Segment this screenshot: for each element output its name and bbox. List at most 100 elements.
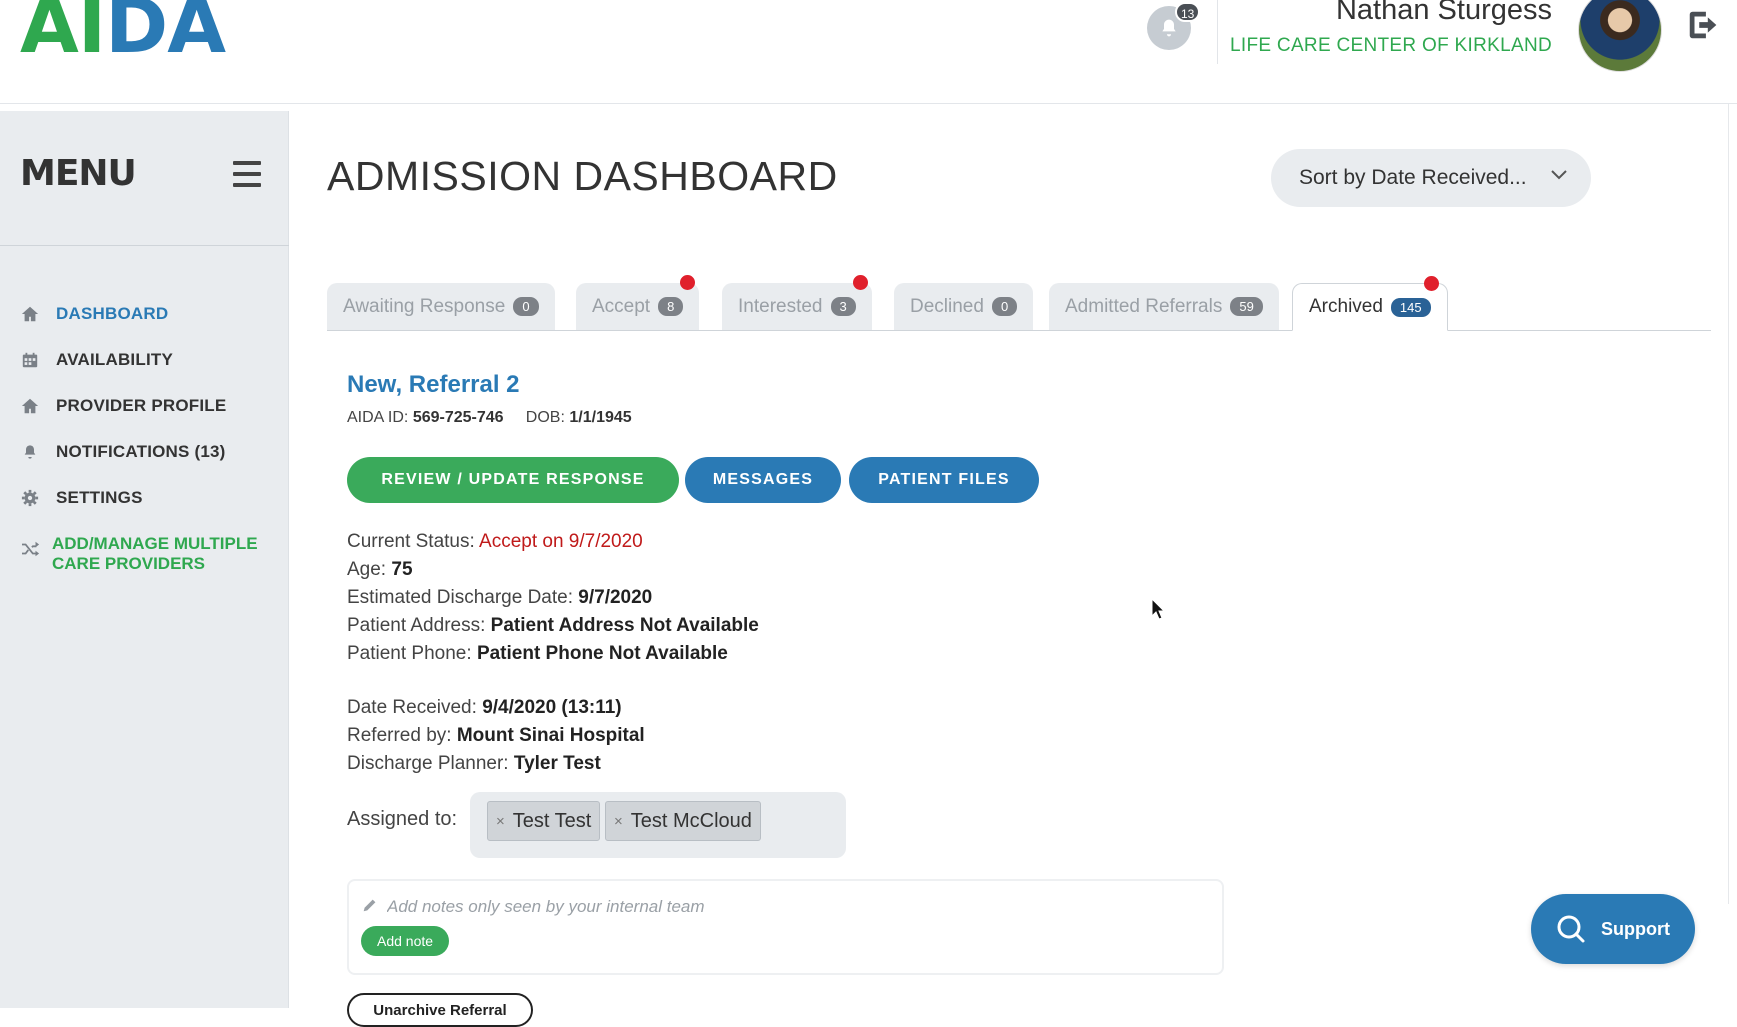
- sidebar-nav: DASHBOARD AVAILABILITY PROVIDER PROFILE …: [20, 291, 226, 521]
- top-header: AIDA 13 Nathan Sturgess LIFE CARE CENTER…: [0, 0, 1737, 104]
- assignee-chip: × Test Test: [487, 801, 601, 841]
- home-icon: [20, 304, 40, 324]
- patient-phone-row: Patient Phone: Patient Phone Not Availab…: [347, 643, 728, 665]
- new-activity-dot: [1423, 276, 1439, 291]
- unarchive-referral-button[interactable]: Unarchive Referral: [347, 993, 533, 1027]
- notification-count-badge: 13: [1175, 2, 1201, 22]
- discharge-planner-value: Tyler Test: [513, 753, 601, 774]
- user-organization: LIFE CARE CENTER OF KIRKLAND: [1230, 35, 1552, 56]
- header-divider: [1217, 0, 1218, 64]
- chevron-down-icon: [1551, 170, 1567, 180]
- sidebar-item-label: NOTIFICATIONS (13): [56, 442, 226, 461]
- add-note-button[interactable]: Add note: [361, 926, 450, 956]
- remove-assignee-icon[interactable]: ×: [614, 813, 623, 830]
- age-row: Age: 75: [347, 559, 413, 581]
- logout-icon[interactable]: [1685, 6, 1723, 44]
- assignee-name: Test McCloud: [630, 809, 752, 832]
- tab-awaiting-response[interactable]: Awaiting Response 0: [327, 283, 555, 330]
- tab-label: Admitted Referrals: [1065, 295, 1223, 317]
- main-content: ADMISSION DASHBOARD Sort by Date Receive…: [289, 111, 1737, 1027]
- tab-accept[interactable]: Accept 8: [576, 275, 700, 330]
- sidebar-item-provider-profile[interactable]: PROVIDER PROFILE: [20, 383, 226, 429]
- tab-count-badge: 3: [830, 297, 856, 316]
- tab-label: Awaiting Response: [343, 295, 506, 317]
- internal-notes-input[interactable]: [361, 895, 1201, 919]
- page-title: ADMISSION DASHBOARD: [327, 153, 838, 199]
- sidebar-item-dashboard[interactable]: DASHBOARD: [20, 291, 226, 337]
- dob-label: DOB:: [525, 409, 565, 426]
- tab-label: Declined: [910, 295, 984, 317]
- referred-by-row: Referred by: Mount Sinai Hospital: [347, 725, 645, 747]
- referred-by-value: Mount Sinai Hospital: [456, 725, 645, 746]
- date-received-value: 9/4/2020 (13:11): [482, 697, 622, 718]
- tab-count-badge: 0: [991, 297, 1018, 316]
- field-label: Discharge Planner:: [347, 753, 509, 774]
- referral-ids: AIDA ID: 569-725-746 DOB: 1/1/1945: [347, 409, 632, 427]
- tab-count-badge: 59: [1230, 297, 1263, 316]
- tab-count-badge: 145: [1390, 297, 1431, 317]
- sidebar-item-label: SETTINGS: [56, 488, 143, 507]
- review-update-response-button[interactable]: REVIEW / UPDATE RESPONSE: [347, 457, 679, 503]
- assignee-name: Test Test: [512, 809, 592, 832]
- field-label: Patient Address:: [347, 615, 486, 636]
- sort-dropdown[interactable]: Sort by Date Received...: [1271, 149, 1591, 207]
- page-edge-line: [1728, 104, 1729, 904]
- shuffle-icon: [20, 540, 42, 560]
- gear-icon: [20, 488, 40, 508]
- tab-archived[interactable]: Archived 145: [1292, 276, 1448, 331]
- user-name: Nathan Sturgess: [1335, 0, 1552, 26]
- dob-value: 1/1/1945: [569, 409, 632, 426]
- tab-declined[interactable]: Declined 0: [894, 283, 1034, 330]
- field-label: Age:: [347, 559, 387, 580]
- mouse-cursor-icon: [1151, 598, 1165, 620]
- referral-name-link[interactable]: New, Referral 2: [347, 371, 520, 399]
- patient-address-row: Patient Address: Patient Address Not Ava…: [347, 615, 759, 637]
- field-label: Patient Phone:: [347, 643, 472, 664]
- sidebar: MENU DASHBOARD AVAILABILITY PROVIDER PRO…: [0, 111, 289, 1008]
- calendar-icon: [20, 350, 40, 370]
- tab-label: Accept: [592, 295, 651, 317]
- menu-title: MENU: [20, 153, 137, 194]
- tab-count-badge: 0: [513, 297, 539, 316]
- internal-notes-box: Add note: [347, 879, 1224, 975]
- patient-address-value: Patient Address Not Available: [490, 615, 759, 636]
- sidebar-item-manage-care-providers[interactable]: ADD/MANAGE MULTIPLE CARE PROVIDERS: [20, 534, 272, 574]
- field-label: Current Status:: [347, 531, 475, 552]
- sidebar-item-notifications[interactable]: NOTIFICATIONS (13): [20, 429, 226, 475]
- aida-id-value: 569-725-746: [412, 409, 504, 426]
- sidebar-item-label: ADD/MANAGE MULTIPLE CARE PROVIDERS: [52, 534, 258, 573]
- tab-label: Interested: [738, 295, 823, 317]
- discharge-date-value: 9/7/2020: [578, 587, 653, 608]
- field-label: Date Received:: [347, 697, 477, 718]
- support-button[interactable]: Support: [1531, 894, 1695, 964]
- patient-files-button[interactable]: PATIENT FILES: [849, 457, 1039, 503]
- logo-part-green: AI: [20, 0, 106, 70]
- new-activity-dot: [680, 275, 696, 290]
- hamburger-menu-icon[interactable]: [233, 161, 261, 187]
- remove-assignee-icon[interactable]: ×: [496, 813, 505, 830]
- assignee-chip: × Test McCloud: [605, 801, 761, 841]
- sidebar-item-label: DASHBOARD: [56, 304, 169, 323]
- status-tabs: Awaiting Response 0 Accept 8 Interested …: [327, 275, 1711, 331]
- aida-logo[interactable]: AIDA: [20, 0, 226, 64]
- patient-phone-value: Patient Phone Not Available: [476, 643, 728, 664]
- user-avatar[interactable]: [1578, 0, 1662, 72]
- discharge-planner-row: Discharge Planner: Tyler Test: [347, 753, 601, 775]
- bell-icon: [20, 442, 40, 462]
- sidebar-item-label: PROVIDER PROFILE: [56, 396, 227, 415]
- menu-divider: [0, 245, 289, 246]
- sort-dropdown-label: Sort by Date Received...: [1299, 166, 1527, 189]
- current-status-value: Accept on 9/7/2020: [479, 531, 643, 552]
- current-status-row: Current Status: Accept on 9/7/2020: [347, 531, 643, 553]
- messages-button[interactable]: MESSAGES: [685, 457, 841, 503]
- tab-admitted-referrals[interactable]: Admitted Referrals 59: [1049, 283, 1279, 330]
- new-activity-dot: [852, 275, 868, 290]
- field-label: Referred by:: [347, 725, 452, 746]
- sidebar-item-availability[interactable]: AVAILABILITY: [20, 337, 226, 383]
- assigned-to-selector[interactable]: × Test Test × Test McCloud: [470, 792, 846, 858]
- tab-label: Archived: [1309, 296, 1383, 317]
- tab-interested[interactable]: Interested 3: [722, 275, 872, 330]
- logo-part-blue: DA: [105, 0, 226, 70]
- age-value: 75: [391, 559, 413, 580]
- sidebar-item-settings[interactable]: SETTINGS: [20, 475, 226, 521]
